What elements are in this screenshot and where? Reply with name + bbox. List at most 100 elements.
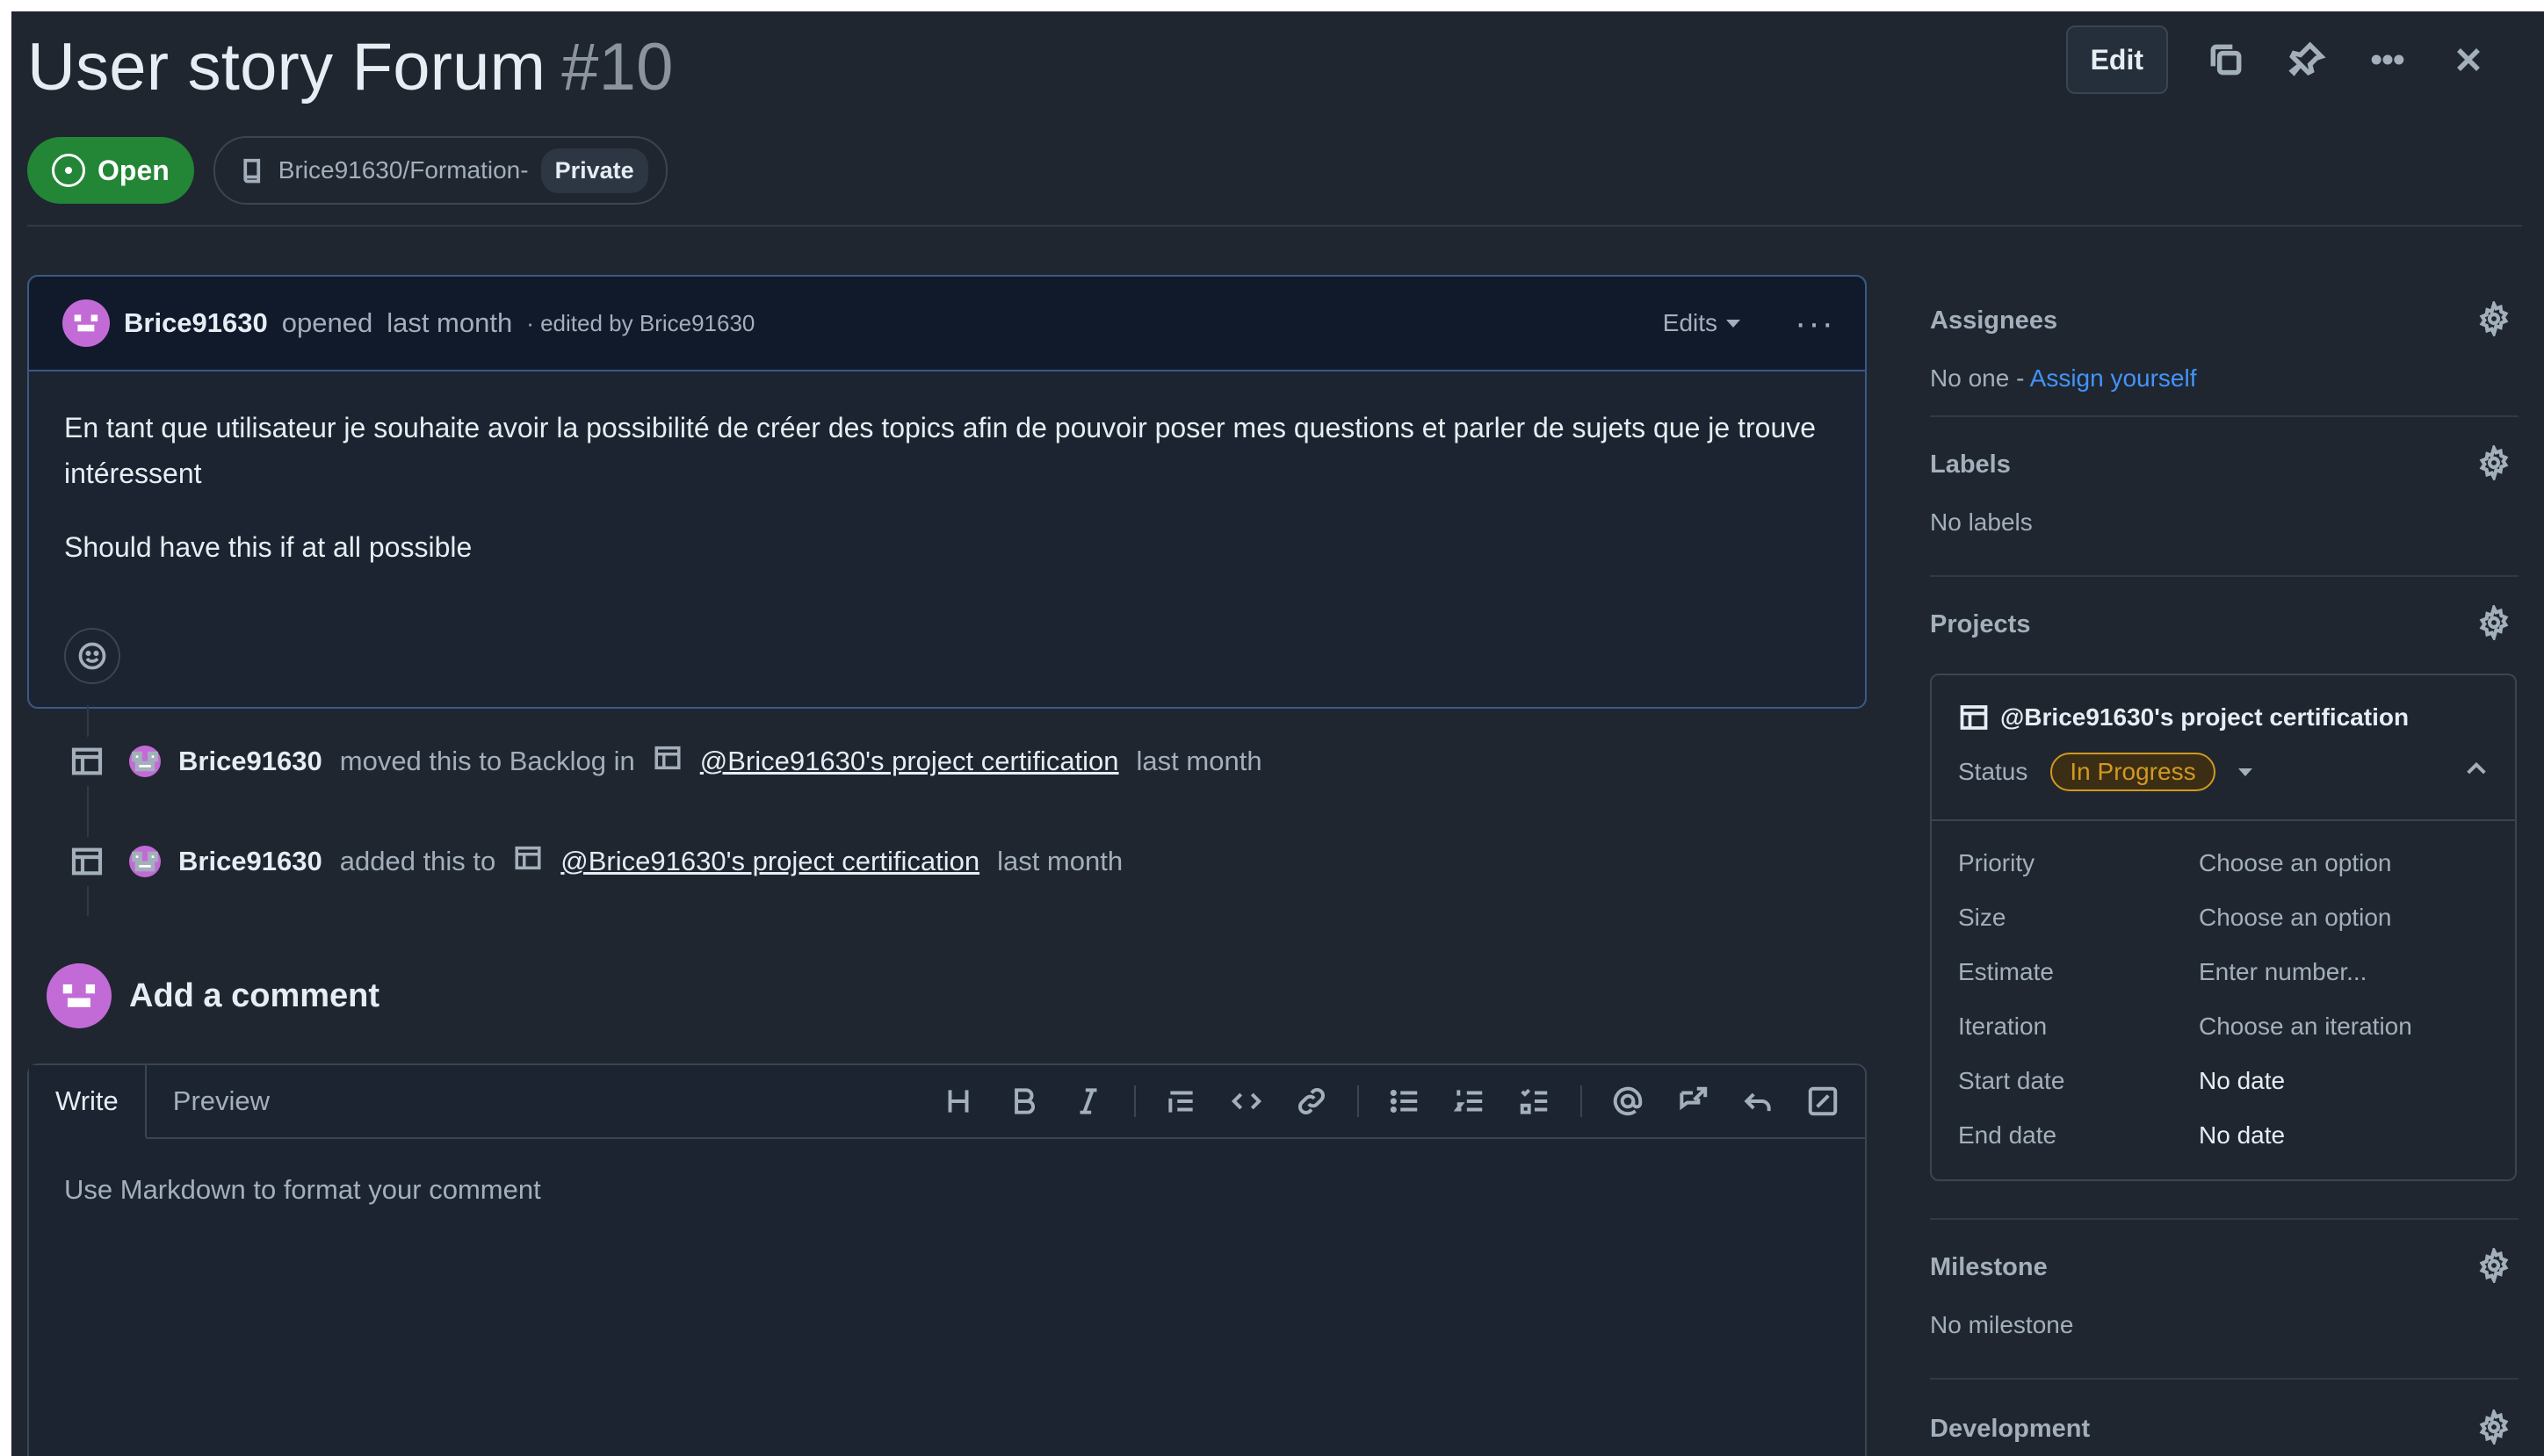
unordered-list-icon[interactable] (1385, 1082, 1424, 1121)
event-time[interactable]: last month (1137, 746, 1262, 777)
copy-icon[interactable] (2203, 37, 2249, 83)
event-time[interactable]: last month (997, 846, 1123, 877)
status-label: Status (1958, 758, 2028, 785)
assignees-none: No one - (1930, 364, 2030, 392)
gear-icon[interactable] (2476, 443, 2511, 485)
field-key: Size (1958, 904, 2006, 931)
comment-author[interactable]: Brice91630 (124, 307, 268, 339)
avatar[interactable] (62, 299, 110, 347)
repo-icon (243, 158, 260, 184)
avatar[interactable] (47, 963, 112, 1028)
projects-title[interactable]: Projects (1930, 610, 2030, 639)
issue-state-row: Open Brice91630/Formation- Private (27, 136, 668, 205)
issue-number: #10 (561, 30, 674, 105)
project-table-icon (513, 843, 543, 880)
add-comment-title: Add a comment (129, 977, 380, 1014)
field-priority[interactable]: Priority Choose an option (1958, 849, 2392, 877)
event-actor[interactable]: Brice91630 (178, 846, 322, 877)
assignees-title[interactable]: Assignees (1930, 306, 2057, 335)
event-text: added this to (339, 846, 496, 876)
development-title[interactable]: Development (1930, 1415, 2090, 1444)
field-value[interactable]: No date (2199, 1067, 2285, 1095)
field-key: Start date (1958, 1067, 2065, 1094)
chevron-down-icon (1726, 319, 1741, 328)
reply-icon[interactable] (1738, 1082, 1777, 1121)
gear-icon[interactable] (2476, 602, 2511, 645)
labels-section: Labels No labels (1930, 417, 2519, 577)
issue-body-comment: Brice91630 opened last month · edited by… (27, 275, 1867, 709)
event-project-link[interactable]: @Brice91630's project certification (560, 846, 979, 877)
add-comment-heading: Add a comment (47, 963, 379, 1028)
project-table-icon (653, 743, 683, 780)
avatar[interactable] (129, 746, 161, 777)
link-icon[interactable] (1292, 1082, 1331, 1121)
labels-value: No labels (1930, 508, 2033, 536)
milestone-title[interactable]: Milestone (1930, 1253, 2048, 1282)
project-name[interactable]: @Brice91630's project certification (1958, 702, 2409, 733)
project-fields: Priority Choose an option Size Choose an… (1932, 819, 2515, 1149)
avatar[interactable] (129, 846, 161, 877)
cross-reference-icon[interactable] (1673, 1082, 1712, 1121)
field-value[interactable]: Choose an option (2199, 904, 2392, 932)
heading-icon[interactable] (939, 1082, 978, 1121)
repo-link[interactable]: Brice91630/Formation- Private (213, 136, 668, 205)
field-iteration[interactable]: Iteration Choose an iteration (1958, 1013, 2412, 1041)
comment-more-icon[interactable]: ··· (1795, 306, 1835, 341)
milestone-value: No milestone (1930, 1311, 2074, 1338)
italic-icon[interactable] (1069, 1082, 1108, 1121)
more-options-icon[interactable] (2365, 37, 2410, 83)
table-icon (62, 837, 112, 886)
mention-icon[interactable] (1608, 1082, 1647, 1121)
event-project-link[interactable]: @Brice91630's project certification (700, 746, 1119, 777)
comment-action: opened (281, 307, 373, 338)
comment-body: En tant que utilisateur je souhaite avoi… (29, 371, 1865, 570)
event-actor[interactable]: Brice91630 (178, 746, 322, 777)
pin-icon[interactable] (2284, 37, 2330, 83)
field-end-date[interactable]: End date No date (1958, 1121, 2285, 1150)
status-value-pill[interactable]: In Progress (2050, 753, 2215, 791)
comment-textarea[interactable]: Use Markdown to format your comment (29, 1139, 1865, 1241)
assignees-section: Assignees No one - Assign yourself (1930, 275, 2519, 417)
field-start-date[interactable]: Start date No date (1958, 1067, 2285, 1095)
timeline-event: Brice91630 moved this to Backlog in @Bri… (62, 737, 1262, 786)
ordered-list-icon[interactable] (1450, 1082, 1489, 1121)
comment-header: Brice91630 opened last month · edited by… (29, 277, 1865, 371)
field-key: Iteration (1958, 1013, 2048, 1040)
field-key: End date (1958, 1121, 2057, 1149)
gear-icon[interactable] (2476, 1407, 2511, 1449)
gear-icon[interactable] (2476, 299, 2511, 341)
edits-dropdown[interactable]: Edits (1663, 309, 1741, 337)
field-value[interactable]: Choose an option (2199, 849, 2392, 877)
gear-icon[interactable] (2476, 1245, 2511, 1287)
quote-icon[interactable] (1162, 1082, 1201, 1121)
comment-time[interactable]: last month (387, 307, 512, 339)
repo-name: Brice91630/Formation- (278, 156, 529, 184)
edited-note: · edited by Brice91630 (526, 309, 755, 336)
field-value[interactable]: No date (2199, 1121, 2285, 1150)
code-icon[interactable] (1227, 1082, 1266, 1121)
tab-write[interactable]: Write (29, 1065, 147, 1139)
smiley-icon (78, 642, 106, 670)
field-value[interactable]: Choose an iteration (2199, 1013, 2412, 1041)
chevron-down-icon[interactable] (2237, 768, 2252, 776)
field-size[interactable]: Size Choose an option (1958, 904, 2392, 932)
issue-opened-icon (52, 154, 85, 187)
close-icon[interactable] (2446, 37, 2491, 83)
timeline-event: Brice91630 added this to @Brice91630's p… (62, 837, 1123, 886)
slash-commands-icon[interactable] (1803, 1082, 1842, 1121)
development-section: Development (1930, 1380, 2519, 1456)
markdown-toolbar (939, 1065, 1865, 1137)
assign-yourself-link[interactable]: Assign yourself (2030, 364, 2197, 392)
edit-button[interactable]: Edit (2065, 25, 2168, 94)
header-divider (27, 225, 2522, 227)
tab-preview[interactable]: Preview (147, 1065, 296, 1137)
toolbar-divider (1357, 1085, 1359, 1117)
task-list-icon[interactable] (1515, 1082, 1554, 1121)
chevron-up-icon[interactable] (2462, 755, 2490, 789)
status-badge-label: Open (98, 154, 170, 186)
field-estimate[interactable]: Estimate Enter number... (1958, 958, 2367, 986)
field-value[interactable]: Enter number... (2199, 958, 2367, 986)
labels-title[interactable]: Labels (1930, 450, 2011, 479)
bold-icon[interactable] (1004, 1082, 1043, 1121)
add-reaction-button[interactable] (64, 628, 120, 684)
